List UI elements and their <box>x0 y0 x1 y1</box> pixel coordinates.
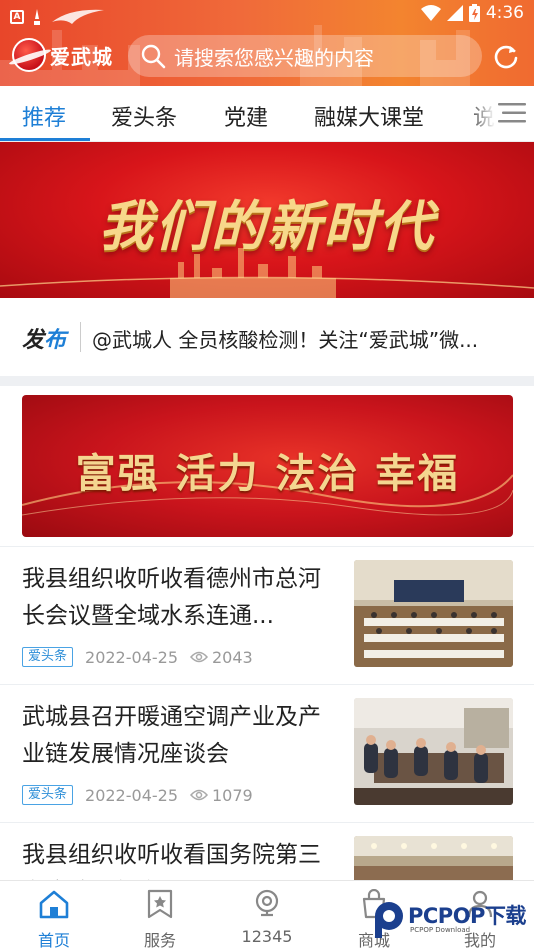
eye-icon <box>190 789 208 801</box>
top-banner[interactable]: 我们的新时代 <box>0 142 534 298</box>
news-views: 2043 <box>190 648 253 667</box>
home-icon <box>39 890 69 919</box>
search-placeholder: 请搜索您感兴趣的内容 <box>174 45 374 70</box>
nav-service[interactable]: 服务 <box>120 889 200 950</box>
banner-city-decoration <box>0 248 534 298</box>
slogan-banner[interactable]: 富强 活力 法治 幸福 <box>22 395 513 537</box>
signal-icon <box>446 5 463 21</box>
tower-icon <box>34 9 40 25</box>
watermark-p-icon <box>375 902 403 938</box>
news-tag-badge: 爱头条 <box>22 647 74 667</box>
meeting-photo-image <box>354 698 513 805</box>
ticker-logo: 发布 <box>22 322 66 354</box>
status-time: 4:36 <box>485 3 524 23</box>
news-title[interactable]: 我县组织收听收看德州市总河长会议暨全域水系连通... <box>22 561 340 635</box>
news-title[interactable]: 武城县召开暖通空调产业及产业链发展情况座谈会 <box>22 699 340 773</box>
news-meta: 爱头条 2022-04-25 1079 <box>22 785 253 805</box>
news-views: 1079 <box>190 786 253 805</box>
news-item[interactable]: 武城县召开暖通空调产业及产业链发展情况座谈会 爱头条 2022-04-25 10… <box>0 684 534 822</box>
news-tag-badge: 爱头条 <box>22 785 74 805</box>
watermark-logo: PCPOP下载 PCPOP Download <box>372 898 532 942</box>
eye-icon <box>190 651 208 663</box>
ticker-text[interactable]: @武城人 全员核酸检测！关注“爱武城”微... <box>92 324 516 353</box>
ticker-divider <box>80 322 81 352</box>
search-bar[interactable]: 请搜索您感兴趣的内容 <box>128 35 482 77</box>
camera-pin-icon <box>255 889 279 917</box>
news-view-count: 1079 <box>212 785 253 805</box>
bookmark-star-icon <box>147 889 173 919</box>
nav-12345-label: 12345 <box>241 927 293 946</box>
tab-party-building[interactable]: 党建 <box>224 100 268 132</box>
search-icon <box>141 44 166 69</box>
ticker-logo-part1: 发 <box>22 328 45 353</box>
news-date: 2022-04-25 <box>85 647 178 667</box>
status-bar: A 4:36 <box>0 0 534 28</box>
section-divider <box>0 376 534 386</box>
watermark-subtext: PCPOP Download <box>410 926 471 934</box>
news-item[interactable]: 我县组织收听收看德州市总河长会议暨全域水系连通... 爱头条 2022-04-2… <box>0 546 534 684</box>
bird-icon <box>52 9 104 24</box>
ticker-logo-part2: 布 <box>44 328 67 353</box>
app-logo[interactable]: 爱武城 <box>12 38 113 72</box>
nav-home-label: 首页 <box>37 931 70 950</box>
tab-headlines[interactable]: 爱头条 <box>111 100 177 132</box>
wifi-icon <box>420 5 441 21</box>
nav-12345[interactable]: 12345 <box>227 889 307 946</box>
tab-recommend[interactable]: 推荐 <box>22 100 66 132</box>
news-view-count: 2043 <box>212 647 253 667</box>
news-meta: 爱头条 2022-04-25 2043 <box>22 647 253 667</box>
active-tab-indicator <box>0 138 90 141</box>
notification-icon: A <box>10 10 24 24</box>
nav-service-label: 服务 <box>143 931 176 950</box>
refresh-icon[interactable] <box>492 42 520 70</box>
news-ticker[interactable]: 发布 @武城人 全员核酸检测！关注“爱武城”微... <box>0 298 534 376</box>
news-date: 2022-04-25 <box>85 785 178 805</box>
meeting-room-image <box>354 560 513 667</box>
menu-icon[interactable] <box>498 102 526 124</box>
battery-icon <box>468 4 480 22</box>
news-thumbnail[interactable] <box>354 560 513 667</box>
category-tabs: 推荐 爱头条 党建 融媒大课堂 说 <box>0 86 534 142</box>
app-name: 爱武城 <box>50 44 113 69</box>
nav-home[interactable]: 首页 <box>14 889 94 950</box>
news-thumbnail[interactable] <box>354 698 513 805</box>
tab-media-class[interactable]: 融媒大课堂 <box>314 100 424 132</box>
logo-globe-icon <box>12 38 46 72</box>
app-header: A 4:36 爱武城 请搜索您感兴趣的内容 <box>0 0 534 86</box>
slogan-banner-title: 富强 活力 法治 幸福 <box>75 450 460 497</box>
